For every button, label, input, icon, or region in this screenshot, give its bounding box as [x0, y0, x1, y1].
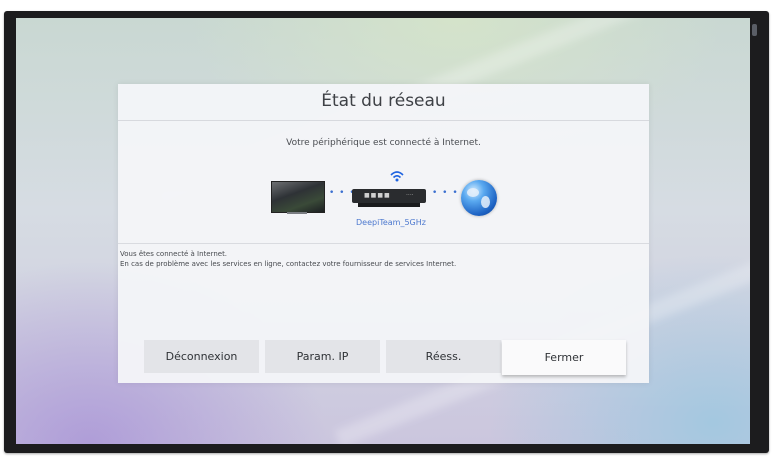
divider — [118, 243, 649, 244]
tv-icon — [271, 181, 325, 213]
router-ports: ■■■■ — [364, 192, 391, 199]
bezel-indicator — [752, 24, 757, 36]
divider — [118, 120, 649, 121]
close-button[interactable]: Fermer — [502, 340, 626, 375]
ip-settings-button[interactable]: Param. IP — [265, 340, 380, 373]
connection-info: Vous êtes connecté à Internet. En cas de… — [120, 249, 456, 269]
network-status-dialog: État du réseau Votre périphérique est co… — [118, 84, 649, 383]
tv-stand — [287, 212, 307, 214]
globe-icon — [461, 180, 497, 216]
info-line: En cas de problème avec les services en … — [120, 260, 457, 268]
retry-button[interactable]: Réess. — [386, 340, 501, 373]
disconnect-button[interactable]: Déconnexion — [144, 340, 259, 373]
wifi-icon — [390, 170, 404, 185]
connection-message: Votre périphérique est connecté à Intern… — [286, 138, 481, 148]
info-line: Vous êtes connecté à Internet. — [120, 250, 228, 258]
router-base — [358, 203, 420, 207]
dialog-title: État du réseau — [321, 91, 446, 111]
router-leds: ···· — [406, 192, 414, 199]
ssid-label: DeepiTeam_5GHz — [356, 218, 426, 227]
